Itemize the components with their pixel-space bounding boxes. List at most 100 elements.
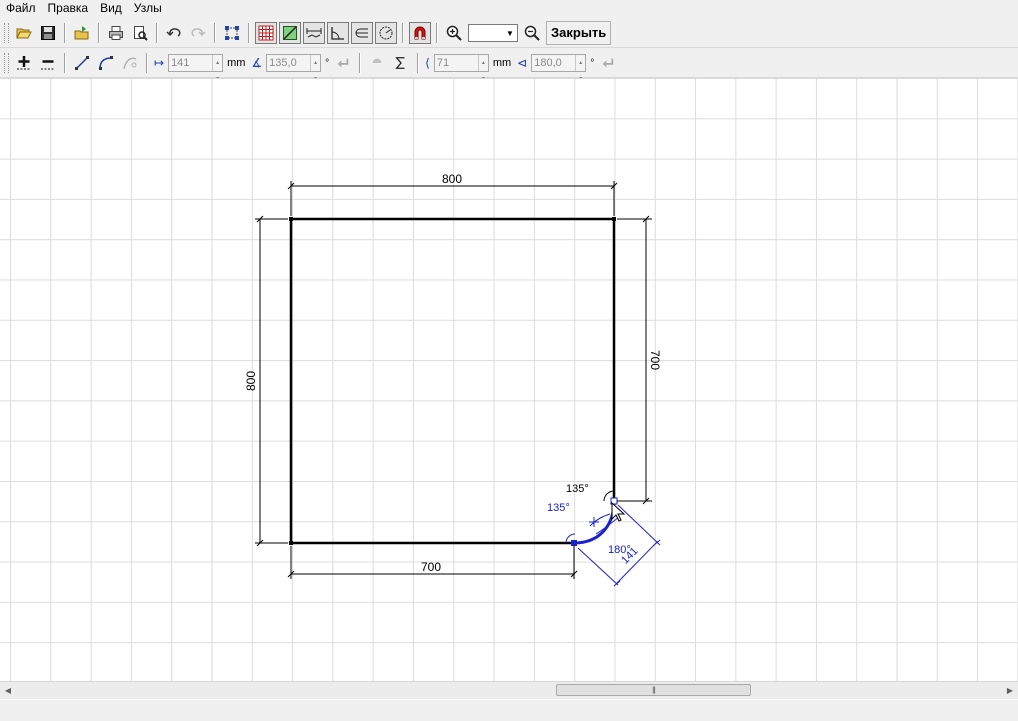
magnet-snap-button[interactable] [409,22,431,44]
undo-button[interactable] [163,22,185,44]
angle-button[interactable] [327,22,349,44]
node-corner [289,541,293,545]
toolbar-separator [214,23,216,43]
menu-file[interactable]: Файл [0,0,42,17]
open-button[interactable] [13,22,35,44]
spin-arrows-icon[interactable]: ▲▼ [310,55,320,82]
spin-arrows-icon[interactable]: ▲▼ [575,55,585,82]
menu-nodes[interactable]: Узлы [128,0,168,17]
toolbar-separator [64,23,66,43]
undo-icon [166,28,181,37]
angle-icon: ∡ [251,56,263,70]
radius-button[interactable] [375,22,397,44]
arc-angle-icon [355,28,368,38]
enter-arrow-icon [337,58,349,68]
nodes-button[interactable] [221,22,243,44]
dimension-button[interactable] [303,22,325,44]
export-button[interactable] [71,22,93,44]
dimension-left-label[interactable]: 800 [244,371,258,391]
length-value: 141 [171,57,190,69]
angle-label-arc[interactable]: 180° [608,544,631,556]
drawing-canvas[interactable]: 800 800 700 700 141 135° 135° 180° [0,78,1018,681]
toolbar-grip[interactable] [4,53,9,73]
print-preview-button[interactable] [129,22,151,44]
status-bar [0,699,1018,721]
horizontal-scrollbar[interactable]: ◀ ||| ▶ [0,681,1018,699]
toolbar-separator [146,53,148,73]
spin-arrows-icon[interactable]: ▲▼ [477,55,488,82]
arc-icon [99,56,113,70]
grid-toggle-button[interactable] [255,22,277,44]
floppy-disk-icon [41,26,55,40]
radius-unit: mm [492,57,512,69]
toolbar-separator [248,23,250,43]
degree-label: ° [325,57,330,69]
fill-button[interactable] [366,52,388,74]
scroll-left-icon[interactable]: ◀ [0,682,16,699]
angle-input[interactable]: 135,0 ▲▼ [266,54,322,82]
length-input[interactable]: 141 ▲▼ [168,54,224,82]
zoom-combo[interactable]: ▼ [468,24,518,42]
line-tool-button[interactable] [71,52,93,74]
print-preview-icon [134,26,148,41]
snap-grid-icon [283,26,297,40]
spin-arrows-icon[interactable]: ▲▼ [212,55,222,82]
nodes-grid-icon [225,26,239,40]
dimension-right-label[interactable]: 700 [648,350,662,370]
arc-angle-button[interactable] [351,22,373,44]
radius-value: 71 [436,57,450,69]
snap-grid-button[interactable] [279,22,301,44]
magnet-icon [414,26,426,40]
apply-arc-button[interactable] [597,52,619,74]
dimension-top-label[interactable]: 800 [442,172,462,186]
menu-edit[interactable]: Правка [42,0,95,17]
toolbar-separator [156,23,158,43]
grid-icon [258,25,274,41]
close-button[interactable]: Закрыть [546,21,612,45]
angle-label-blue[interactable]: 135° [547,502,570,514]
save-button[interactable] [37,22,59,44]
arc-tool-button[interactable] [95,52,117,74]
mouse-cursor-icon [611,501,626,522]
zoom-out-button[interactable] [521,22,543,44]
dimension-left[interactable] [255,215,288,547]
folder-export-icon [74,26,89,40]
arc-angle-value: 180,0 [534,57,562,69]
dimension-top[interactable] [287,181,618,216]
angle-label-black[interactable]: 135° [566,483,589,495]
add-node-button[interactable] [13,52,35,74]
toolbar-separator [98,23,100,43]
remove-node-icon [41,60,55,70]
scroll-right-icon[interactable]: ▶ [1002,682,1018,699]
arc-angle-icon: ⊲ [517,56,528,70]
menu-view[interactable]: Вид [94,0,128,17]
length-icon: ↦ [154,56,165,70]
print-button[interactable] [105,22,127,44]
fill-icon [372,58,382,63]
curve-icon [123,57,137,70]
dimension-bottom-label[interactable]: 700 [421,560,441,574]
arc-angle-sweep [595,517,619,535]
radius-input[interactable]: 71 ▲▼ [433,54,489,82]
node-corner [612,217,616,221]
sum-button[interactable] [390,52,412,74]
dimension-icon [306,28,322,38]
arc-angle-input[interactable]: 180,0 ▲▼ [531,54,587,82]
zoom-in-button[interactable] [443,22,465,44]
apply-angle-button[interactable] [332,52,354,74]
add-node-icon [17,56,31,70]
remove-node-button[interactable] [37,52,59,74]
node-handle[interactable] [571,540,577,546]
scrollbar-thumb[interactable]: ||| [556,684,751,696]
drawing-svg[interactable]: 800 800 700 700 141 135° 135° 180° [0,78,1018,681]
toolbar-grip[interactable] [4,23,9,43]
toolbar-separator [64,53,66,73]
curve-tool-button[interactable] [119,52,141,74]
dimension-right[interactable] [617,215,652,505]
node-corner [289,217,293,221]
main-toolbar: ▼ Закрыть [0,19,1018,48]
angle-icon [331,27,344,40]
chevron-down-icon[interactable]: ▼ [503,25,517,41]
redo-button[interactable] [187,22,209,44]
length-unit: mm [227,57,246,69]
